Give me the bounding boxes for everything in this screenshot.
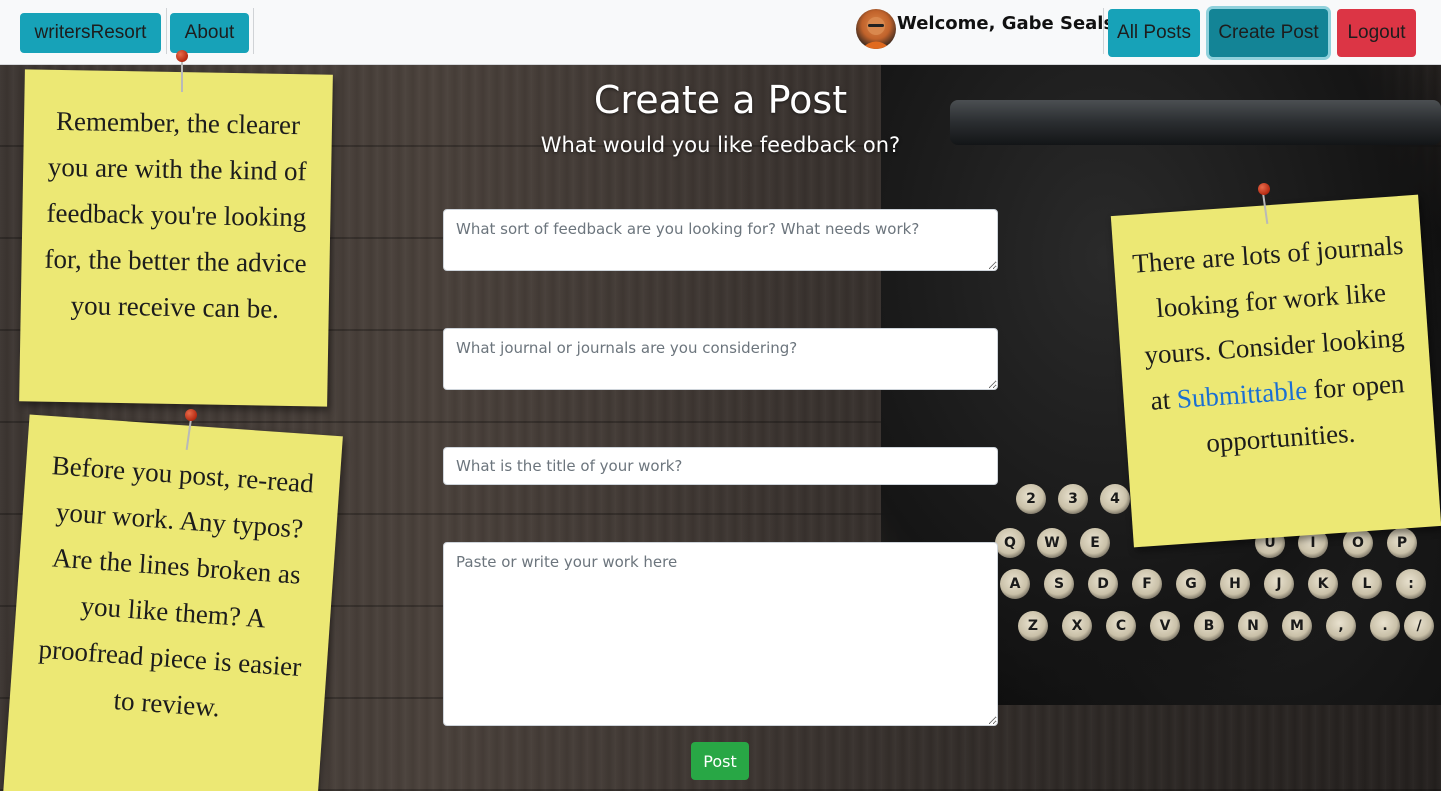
pushpin-icon: [181, 58, 183, 92]
typewriter-key: E: [1080, 528, 1110, 558]
pushpin-head-icon: [1258, 183, 1270, 195]
typewriter-key: Q: [995, 528, 1025, 558]
logout-button[interactable]: Logout: [1337, 9, 1416, 57]
all-posts-button[interactable]: All Posts: [1108, 9, 1200, 57]
pushpin-head-icon: [185, 409, 197, 421]
typewriter-key: O: [1343, 528, 1373, 558]
typewriter-key: 4: [1100, 484, 1130, 514]
page-title: Create a Post: [593, 78, 848, 122]
nav-divider: [1103, 8, 1104, 54]
page-subtitle: What would you like feedback on?: [540, 133, 901, 157]
typewriter-key: P: [1387, 528, 1417, 558]
tip-note-text: Remember, the clearer you are with the k…: [44, 105, 307, 324]
typewriter-key: D: [1088, 569, 1118, 599]
user-avatar-icon: [856, 9, 896, 49]
typewriter-key: C: [1106, 611, 1136, 641]
typewriter-key: /: [1404, 611, 1434, 641]
typewriter-key: H: [1220, 569, 1250, 599]
typewriter-key: K: [1308, 569, 1338, 599]
typewriter-key: 3: [1058, 484, 1088, 514]
typewriter-key: A: [1000, 569, 1030, 599]
about-button[interactable]: About: [170, 13, 249, 53]
post-button[interactable]: Post: [691, 742, 749, 780]
typewriter-key: :: [1396, 569, 1426, 599]
submittable-link[interactable]: Submittable: [1176, 375, 1308, 414]
typewriter-key: ,: [1326, 611, 1356, 641]
typewriter-key: L: [1352, 569, 1382, 599]
navbar: writersResort About Welcome, Gabe Seals …: [0, 0, 1441, 65]
work-title-input[interactable]: [443, 447, 998, 485]
typewriter-roller: [950, 100, 1441, 145]
nav-divider: [253, 8, 254, 54]
typewriter-key: M: [1282, 611, 1312, 641]
journals-textarea[interactable]: [443, 328, 998, 390]
tip-note-proofread: Before you post, re-read your work. Any …: [3, 414, 343, 791]
tip-note-feedback: Remember, the clearer you are with the k…: [19, 69, 333, 407]
welcome-text: Welcome, Gabe Seals: [897, 13, 1115, 34]
pushpin-head-icon: [176, 50, 188, 62]
typewriter-key: Z: [1018, 611, 1048, 641]
typewriter-key: W: [1037, 528, 1067, 558]
typewriter-key: .: [1370, 611, 1400, 641]
create-post-button[interactable]: Create Post: [1209, 9, 1328, 57]
typewriter-key: S: [1044, 569, 1074, 599]
brand-button[interactable]: writersResort: [20, 13, 161, 53]
typewriter-key: F: [1132, 569, 1162, 599]
typewriter-key: N: [1238, 611, 1268, 641]
nav-divider: [166, 8, 167, 54]
typewriter-key: G: [1176, 569, 1206, 599]
tip-note-text: Before you post, re-read your work. Any …: [37, 450, 315, 723]
typewriter-key: J: [1264, 569, 1294, 599]
feedback-textarea[interactable]: [443, 209, 998, 271]
typewriter-key: V: [1150, 611, 1180, 641]
typewriter-key: X: [1062, 611, 1092, 641]
work-body-textarea[interactable]: [443, 542, 998, 726]
typewriter-key: B: [1194, 611, 1224, 641]
tip-note-journals: There are lots of journals looking for w…: [1110, 194, 1441, 548]
typewriter-key: 2: [1016, 484, 1046, 514]
